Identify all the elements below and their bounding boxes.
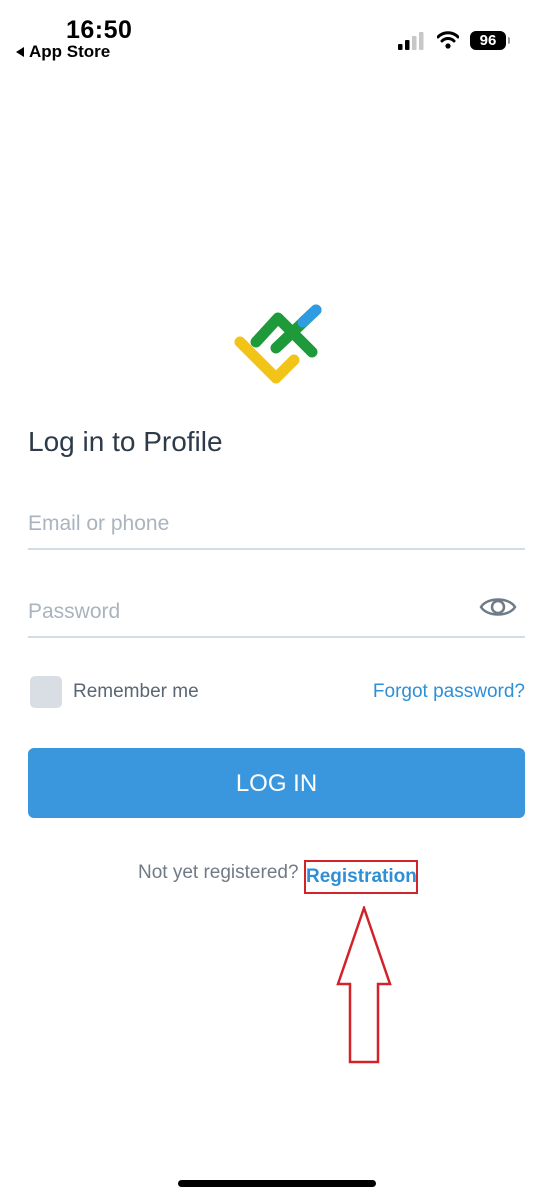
password-input[interactable] [28, 592, 468, 632]
home-indicator[interactable] [178, 1180, 376, 1187]
cellular-signal-icon [398, 32, 424, 50]
remember-me-label: Remember me [73, 681, 199, 702]
password-field-container [28, 592, 525, 638]
register-row: Not yet registered? Registration [0, 860, 554, 894]
forgot-password-link[interactable]: Forgot password? [373, 681, 525, 703]
login-button[interactable]: LOG IN [28, 748, 525, 818]
back-to-app-store-button[interactable]: App Store [16, 42, 110, 62]
back-app-label: App Store [29, 42, 111, 61]
email-input[interactable] [28, 504, 468, 544]
status-bar: 16:50 App Store 96 [0, 0, 554, 70]
eye-icon[interactable] [479, 594, 517, 620]
page-title: Log in to Profile [28, 426, 223, 457]
wifi-icon [437, 31, 459, 49]
remember-row: Remember me Forgot password? [28, 674, 525, 710]
app-logo [234, 304, 322, 384]
not-registered-text: Not yet registered? [138, 862, 299, 883]
status-time: 16:50 [66, 16, 133, 44]
email-field-container [28, 504, 525, 550]
battery-icon: 96 [470, 31, 510, 50]
up-arrow-annotation-icon [336, 906, 392, 1064]
caret-left-icon [16, 47, 24, 57]
registration-link[interactable]: Registration [304, 860, 418, 894]
remember-me-checkbox[interactable] [30, 676, 62, 708]
